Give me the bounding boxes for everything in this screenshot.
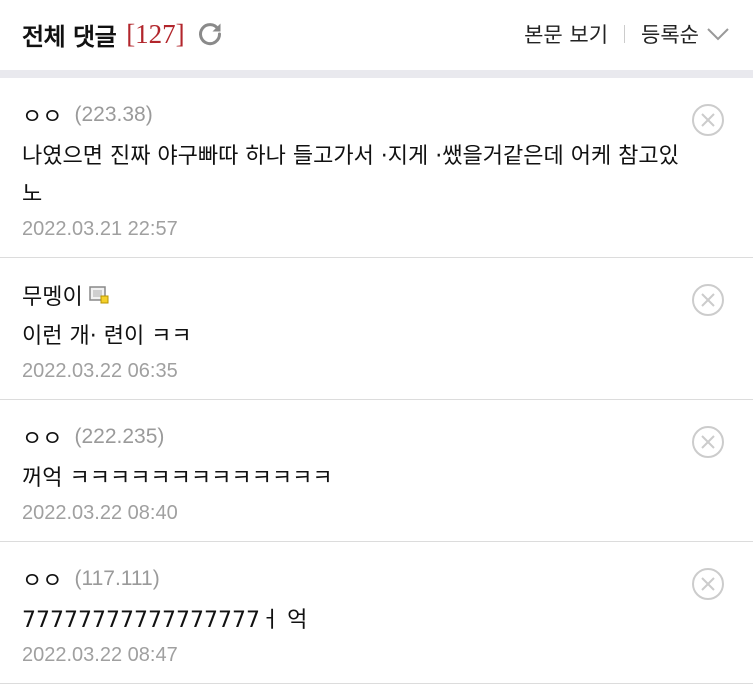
comment-text: 나였으면 진짜 야구빠따 하나 들고가서 ·지게 ·쌨을거같은데 어케 참고있노 [22,144,679,207]
close-icon[interactable] [691,283,725,317]
comment-ip: (223.38) [74,103,153,126]
comment-author[interactable]: ㅇㅇ [22,99,62,131]
comment-item: ㅇㅇ (222.235) 꺼억 ㅋㅋㅋㅋㅋㅋㅋㅋㅋㅋㅋㅋㅋ 2022.03.22… [0,400,753,542]
header-separator [624,25,626,43]
comments-title: 전체 댓글 [22,22,117,51]
comment-author[interactable]: ㅇㅇ [22,563,62,595]
sort-dropdown[interactable]: 등록순 [641,19,731,49]
comment-meta: ㅇㅇ (117.111) [22,542,683,594]
header-right: 본문 보기 등록순 [524,16,731,52]
header-divider [0,70,753,78]
comment-text: 77777777777777777ㅓ 억 [22,608,308,633]
comment-item: ㅇㅇ (117.111) 77777777777777777ㅓ 억 2022.0… [0,542,753,684]
comment-date: 2022.03.22 06:35 [22,360,178,382]
comment-text: 꺼억 ㅋㅋㅋㅋㅋㅋㅋㅋㅋㅋㅋㅋㅋ [22,466,333,491]
comment-author[interactable]: 무멩이 [22,279,83,311]
sort-label: 등록순 [641,23,699,47]
comment-item: ㅇㅇ (223.38) 나였으면 진짜 야구빠따 하나 들고가서 ·지게 ·쌨을… [0,78,753,258]
comment-text: 이런 개· 련이 ㅋㅋ [22,324,192,349]
refresh-icon[interactable] [197,21,223,47]
header-left: 전체 댓글 [127] [22,16,223,52]
comment-header: 전체 댓글 [127] 본문 보기 등록순 [0,0,753,70]
comment-date: 2022.03.21 22:57 [22,218,178,240]
comment-meta: ㅇㅇ (223.38) [22,78,683,130]
member-badge-icon [88,286,109,304]
chevron-down-icon [707,28,729,41]
comment-item: 무멩이 이런 개· 련이 ㅋㅋ 2022.03.22 06:35 [0,258,753,400]
comment-date: 2022.03.22 08:40 [22,502,178,524]
close-icon[interactable] [691,103,725,137]
comment-ip: (117.111) [74,567,160,590]
view-body-button[interactable]: 본문 보기 [524,19,608,49]
close-icon[interactable] [691,425,725,459]
comment-author[interactable]: ㅇㅇ [22,421,62,453]
comment-date: 2022.03.22 08:47 [22,644,178,666]
comment-meta: ㅇㅇ (222.235) [22,400,683,452]
comment-count: [127] [126,18,185,49]
comment-meta: 무멩이 [22,258,683,310]
comment-ip: (222.235) [74,425,165,448]
close-icon[interactable] [691,567,725,601]
